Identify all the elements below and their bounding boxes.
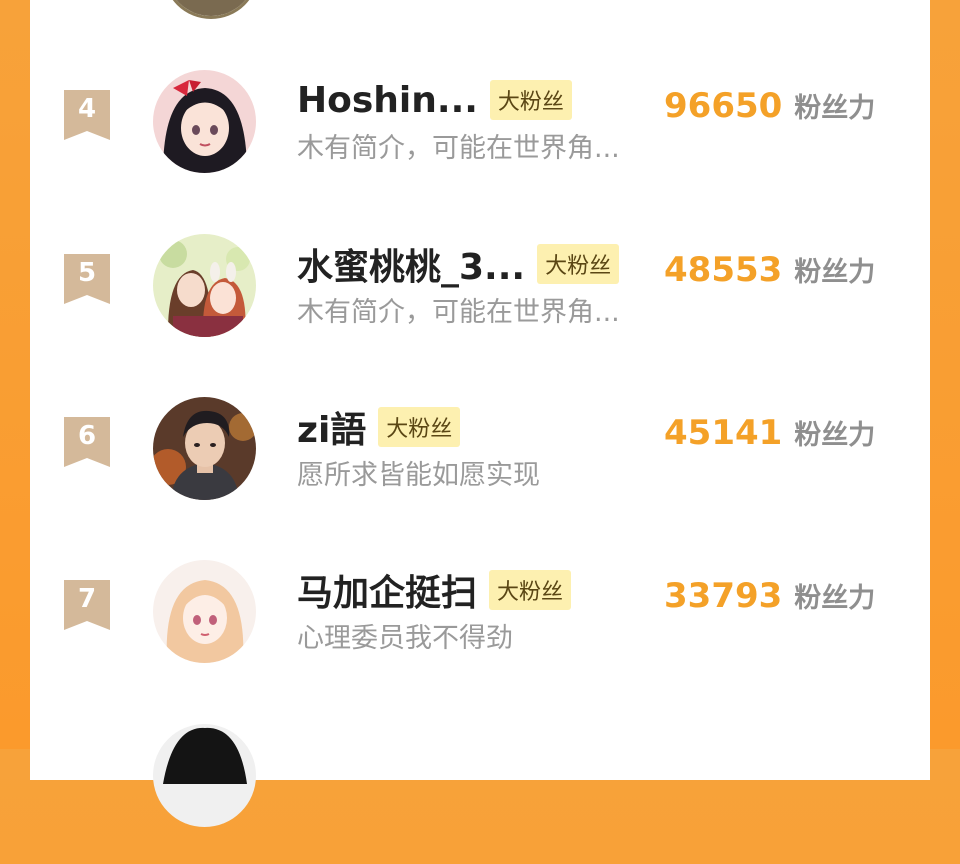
- anime-girl-pastel-avatar-icon: [153, 560, 256, 663]
- fan-power-score: 96650: [664, 86, 783, 126]
- fan-power-score: 48553: [664, 250, 783, 290]
- avatar[interactable]: [153, 724, 256, 827]
- fan-power-score: 45141: [664, 413, 783, 453]
- fan-power-unit: 粉丝力: [794, 93, 876, 124]
- user-name[interactable]: 水蜜桃桃_3...: [297, 238, 525, 290]
- name-line: Hoshin... 大粉丝: [297, 78, 572, 122]
- list-item[interactable]: 7 马加企挺扫 大粉丝 心理委员我不得劲 33793 粉丝力: [30, 560, 930, 700]
- name-line: 马加企挺扫 大粉丝: [297, 568, 572, 614]
- avatar[interactable]: [153, 397, 256, 500]
- user-name[interactable]: Hoshin...: [297, 80, 478, 121]
- user-name[interactable]: 马加企挺扫: [297, 564, 477, 616]
- avatar[interactable]: [163, 0, 259, 19]
- user-bio: 心理委员我不得劲: [297, 623, 513, 654]
- fan-level-badge: 大粉丝: [378, 407, 461, 447]
- rank-number: 7: [77, 584, 97, 614]
- fan-ranking-card: 4 Hoshin... 大粉丝 木有简介，可能在世界角... 96650 粉丝力: [30, 0, 930, 827]
- anime-boy-dark-hair-avatar-icon: [153, 724, 256, 827]
- rank-badge: 6: [64, 417, 110, 467]
- user-bio: 木有简介，可能在世界角...: [297, 297, 620, 328]
- rank-badge: 4: [64, 90, 110, 140]
- user-bio: 愿所求皆能如愿实现: [297, 460, 540, 491]
- name-line: 水蜜桃桃_3... 大粉丝: [297, 242, 620, 288]
- list-item[interactable]: 6 zi語 大粉丝 愿所求皆能如愿实现 45141 粉丝力: [30, 397, 930, 537]
- avatar-image: [166, 0, 256, 16]
- rank-badge: 5: [64, 254, 110, 304]
- rank-number: 5: [77, 258, 97, 288]
- avatar[interactable]: [153, 560, 256, 663]
- name-line: zi語 大粉丝: [297, 405, 461, 451]
- rank-number: 4: [77, 94, 97, 124]
- fan-level-badge: 大粉丝: [489, 570, 572, 610]
- fan-level-badge: 大粉丝: [537, 244, 620, 284]
- fan-power-unit: 粉丝力: [794, 257, 876, 288]
- avatar[interactable]: [153, 234, 256, 337]
- score-block: 45141 粉丝力: [664, 413, 875, 463]
- fan-power-unit: 粉丝力: [794, 583, 876, 614]
- score-block: 33793 粉丝力: [664, 576, 875, 626]
- user-bio: 木有简介，可能在世界角...: [297, 133, 620, 164]
- rank-badge: 7: [64, 580, 110, 630]
- fan-power-score: 33793: [664, 576, 783, 616]
- list-item[interactable]: 5 水蜜桃桃_3... 大粉丝 木有简介，可能在世界角... 48553 粉丝力: [30, 234, 930, 374]
- score-block: 96650 粉丝力: [664, 86, 875, 136]
- user-name[interactable]: zi語: [297, 401, 366, 453]
- score-block: 48553 粉丝力: [664, 250, 875, 300]
- anime-couple-avatar-icon: [153, 234, 256, 337]
- anime-man-avatar-icon: [153, 397, 256, 500]
- list-item[interactable]: 4 Hoshin... 大粉丝 木有简介，可能在世界角... 96650 粉丝力: [30, 70, 930, 210]
- fan-power-unit: 粉丝力: [794, 420, 876, 451]
- anime-girl-red-bow-avatar-icon: [153, 70, 256, 173]
- fan-level-badge: 大粉丝: [489, 80, 572, 120]
- list-item[interactable]: [30, 724, 930, 864]
- avatar[interactable]: [153, 70, 256, 173]
- rank-number: 6: [77, 421, 97, 451]
